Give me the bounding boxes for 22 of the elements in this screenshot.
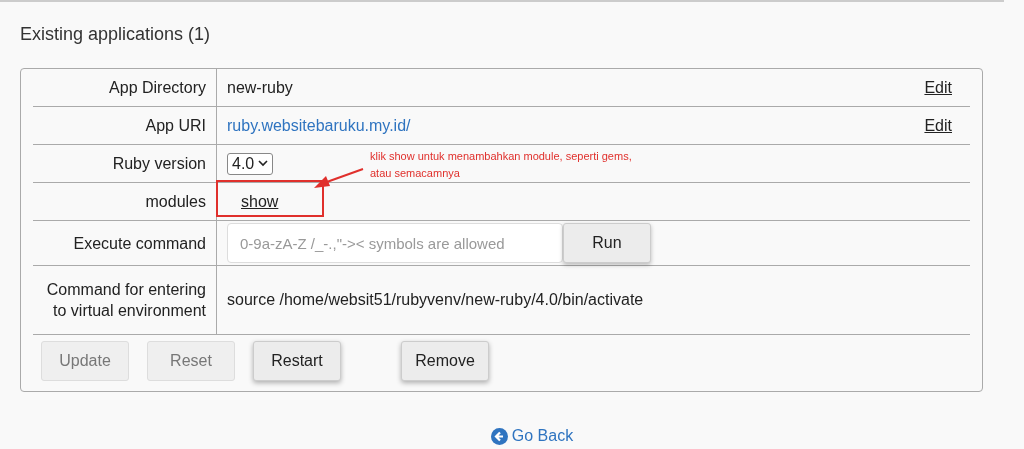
show-link[interactable]: show bbox=[241, 189, 279, 214]
chevron-down-icon bbox=[258, 160, 269, 167]
field-label: Ruby version bbox=[112, 154, 206, 174]
run-button[interactable]: Run bbox=[563, 223, 651, 263]
section-heading: Existing applications (1) bbox=[20, 23, 212, 46]
action-button[interactable]: Restart bbox=[253, 341, 341, 381]
action-button[interactable]: Remove bbox=[401, 341, 489, 381]
annotation-arrow bbox=[312, 168, 364, 190]
edit-link[interactable]: Edit bbox=[924, 75, 952, 100]
edit-link[interactable]: Edit bbox=[924, 113, 952, 138]
field-label: App Directory bbox=[109, 78, 206, 98]
annotation-text: klik show untuk menambahkan module, seperti gems, atau semacamnya bbox=[370, 149, 633, 181]
field-label: Execute command bbox=[73, 233, 206, 254]
version-select[interactable]: 4.0 bbox=[227, 152, 274, 175]
value-text: source /home/websit51/rubyvenv/new-ruby/4.0/bin/activate bbox=[227, 290, 644, 310]
field-label: Command for entering to virtual environment bbox=[45, 280, 206, 321]
go-back-link[interactable]: Go Back bbox=[490, 424, 574, 448]
field-label: App URI bbox=[145, 116, 206, 136]
field-label: modules bbox=[145, 192, 206, 212]
command-input-field[interactable]: 0-9a-zA-Z /_-.,"->< symbols are allowed bbox=[227, 223, 563, 263]
app-uri-link[interactable]: ruby.websitebaruku.my.id/ bbox=[227, 113, 411, 138]
value-text: new-ruby bbox=[227, 77, 293, 98]
